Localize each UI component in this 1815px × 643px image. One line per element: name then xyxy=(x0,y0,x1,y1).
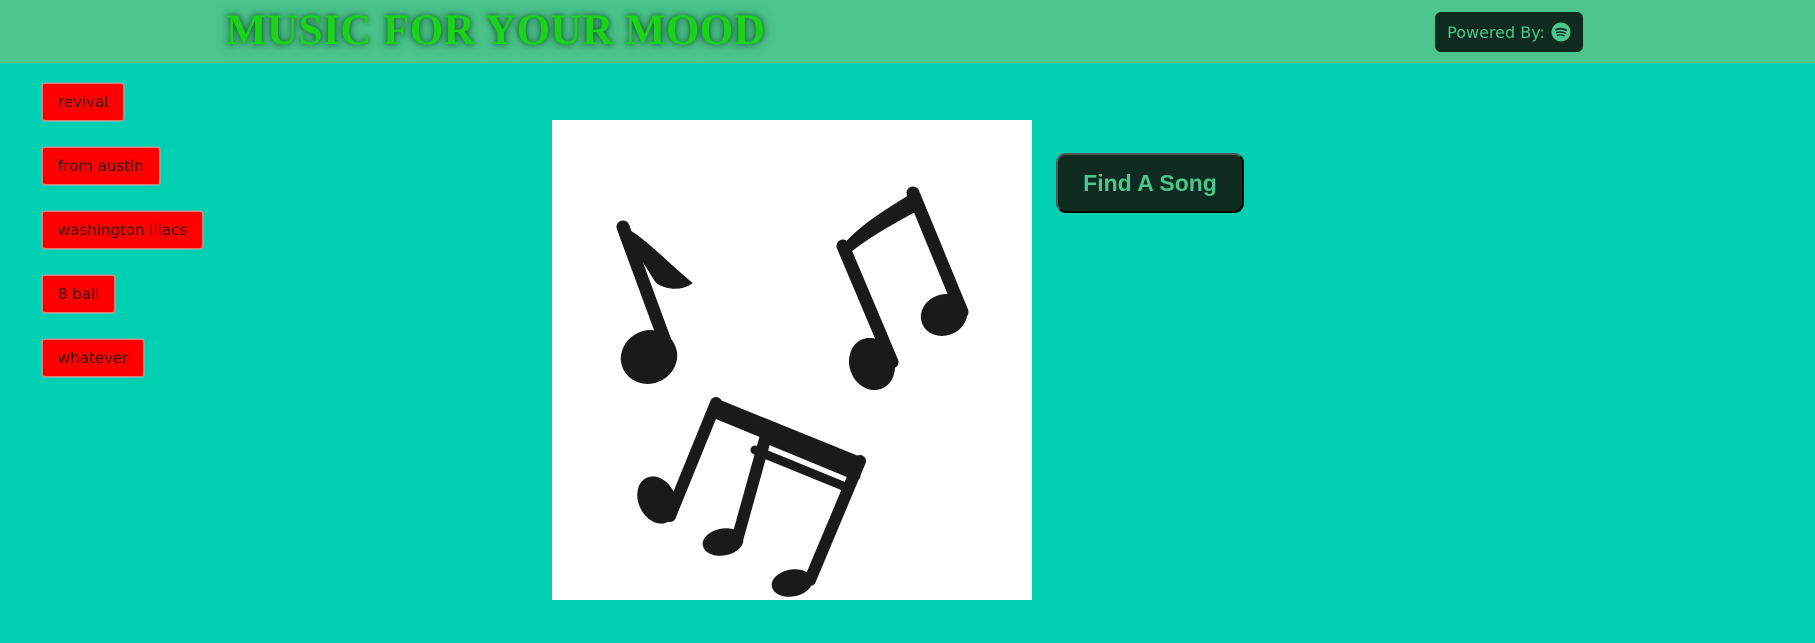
song-button-washington-lilacs[interactable]: washington lilacs xyxy=(42,211,204,249)
song-list: revival from austin washington lilacs 8 … xyxy=(42,83,204,377)
header-bar: MUSIC FOR YOUR MOOD Powered By: xyxy=(0,0,1815,63)
song-button-from-austin[interactable]: from austin xyxy=(42,147,160,185)
song-button-revival[interactable]: revival xyxy=(42,83,125,121)
music-notes-image xyxy=(552,120,1032,600)
site-title: MUSIC FOR YOUR MOOD xyxy=(226,7,766,54)
song-button-whatever[interactable]: whatever xyxy=(42,339,145,377)
powered-by-label: Powered By: xyxy=(1447,22,1545,42)
music-notes-icon xyxy=(616,186,969,597)
spotify-icon xyxy=(1551,22,1571,42)
song-button-8-ball[interactable]: 8 ball xyxy=(42,275,116,313)
powered-by-spotify-button[interactable]: Powered By: xyxy=(1435,12,1583,52)
find-a-song-button[interactable]: Find A Song xyxy=(1056,153,1244,213)
